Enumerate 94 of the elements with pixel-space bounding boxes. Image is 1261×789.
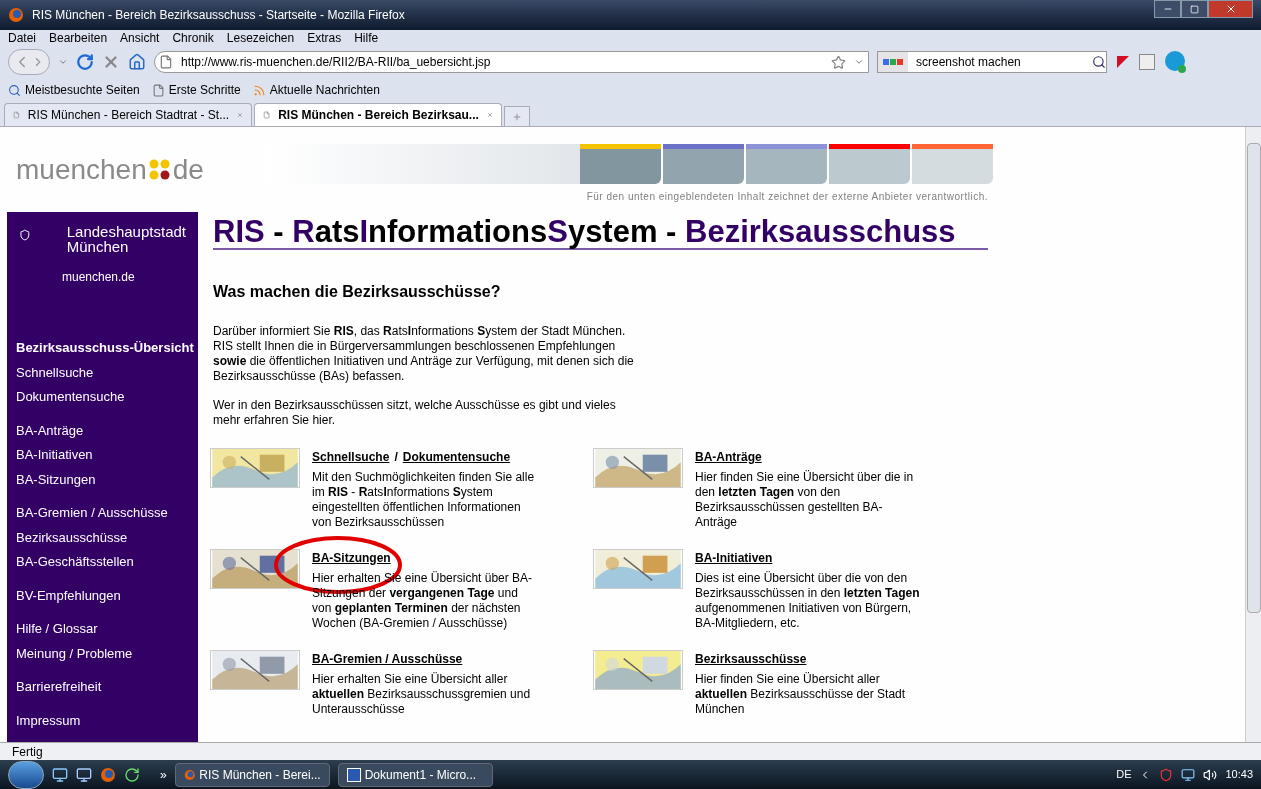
card-link[interactable]: BA-Initiativen (695, 549, 773, 567)
nav-link[interactable]: Meinung / Probleme (0, 643, 198, 663)
menu-item[interactable]: Hilfe (354, 29, 379, 47)
card-link[interactable]: BA-Anträge (695, 448, 762, 466)
start-button[interactable] (8, 760, 44, 789)
nav-link[interactable]: Schnellsuche (0, 362, 198, 382)
sync-icon[interactable] (124, 766, 140, 783)
network-icon[interactable] (1181, 767, 1196, 782)
page-icon (263, 108, 271, 122)
nav-link[interactable]: Dokumentensuche (0, 387, 198, 407)
disclaimer: Für den unten eingeblendeten Inhalt zeichnet der externe Anbieter verantwortlich. (586, 191, 988, 202)
nav-link[interactable]: Barrierefreiheit (0, 677, 198, 697)
more-button[interactable]: » (160, 765, 167, 784)
window-title: RIS München - Bereich Bezirksausschuss - Startseite - Mozilla Firefox (32, 7, 406, 24)
window-icon[interactable] (76, 766, 92, 783)
site-link[interactable]: muenchen.de (62, 268, 135, 286)
bookmark-item[interactable]: Meistbesuchte Seiten (8, 81, 140, 99)
restore-icon (1190, 4, 1199, 14)
nav-link[interactable]: BV-Empfehlungen (0, 585, 198, 605)
card-link[interactable]: Schnellsuche (312, 448, 390, 466)
nav-link[interactable]: Bezirksausschuss-Übersicht (0, 338, 198, 358)
menu-item[interactable]: Ansicht (120, 29, 160, 47)
card-description: Hier erhalten Sie eine Übersicht aller aktuellen Bezirksausschussgremien und Unterausschüsse (312, 672, 532, 717)
firefox-icon (183, 767, 196, 782)
minimize-button[interactable] (1154, 0, 1181, 18)
skype-icon[interactable] (1163, 50, 1187, 74)
volume-icon[interactable] (1203, 767, 1218, 782)
header-tab[interactable] (829, 144, 910, 184)
page-icon (151, 83, 165, 97)
search-field[interactable]: screenshot machen (877, 51, 1107, 73)
menu-item[interactable]: Lesezeichen (226, 29, 295, 47)
feed-icon (252, 83, 266, 97)
firefox-icon[interactable] (100, 766, 116, 783)
card-link[interactable]: BA-Sitzungen (312, 549, 391, 567)
search-engine-icon[interactable] (878, 52, 908, 72)
plus-icon (512, 111, 522, 122)
taskbar-button[interactable]: Dokument1 - Micro... (337, 762, 493, 787)
bookmark-star-icon[interactable] (831, 54, 846, 70)
status-text: Fertig (12, 743, 43, 761)
menu-item[interactable]: Chronik (172, 29, 214, 47)
header-tab[interactable] (580, 144, 661, 184)
address-field[interactable]: http://www.ris-muenchen.de/RII2/BA-RII/ba_uebersicht.jsp (154, 51, 869, 73)
scrollbar[interactable] (1245, 127, 1261, 742)
bookmark-item[interactable]: Erste Schritte (151, 81, 241, 99)
nav-link[interactable]: BA-Gremien / Ausschüsse (0, 503, 198, 523)
intro-paragraph: Darüber informiert Sie RIS, das RatsInformations System der Stadt München. RIS stellt Ihnen die in Bürgerversammlungen beschlossenen Empfehlungen sowie die öffentlichen Initiativen und Anträge zur Verfügung, mit denen sich die Bezirksausschüsse (BAs) befassen. (213, 324, 635, 384)
stop-icon[interactable] (102, 53, 120, 71)
language-indicator[interactable]: DE (1116, 766, 1132, 783)
card-description: Mit den Suchmöglichkeiten finden Sie alle im RIS - RatsInformations System eingestellten öffentlichen Informationen von Bezirksausschüssen (312, 470, 536, 530)
site-logo: muenchen de (15, 156, 205, 184)
card-description: Hier finden Sie eine Übersicht aller aktuellen Bezirksausschüsse der Stadt München (695, 672, 907, 717)
menu-item[interactable]: Bearbeiten (49, 29, 108, 47)
header-tab[interactable] (912, 144, 993, 184)
reload-icon[interactable] (76, 53, 94, 71)
back-forward-button[interactable] (8, 49, 50, 75)
close-button[interactable] (1208, 0, 1253, 18)
nav-link[interactable]: Bezirksausschüsse (0, 527, 198, 547)
firefox-icon (8, 7, 24, 23)
section-heading: Was machen die Bezirksausschüsse? (213, 282, 502, 302)
page-title: RIS - RatsInformationsSystem - Bezirksausschuss (213, 212, 988, 250)
magnifier-icon (8, 83, 21, 97)
dropdown-icon[interactable] (854, 57, 864, 67)
nav-link[interactable]: BA-Anträge (0, 420, 198, 440)
nav-link[interactable]: BA-Initiativen (0, 445, 198, 465)
dropdown-icon[interactable] (58, 57, 68, 67)
card-link[interactable]: Bezirksausschüsse (695, 650, 807, 668)
clock: 10:43 (1225, 767, 1253, 783)
nav-link[interactable]: BA-Sitzungen (0, 469, 198, 489)
document-icon (346, 767, 361, 782)
taskbar-button[interactable]: RIS München - Berei... (174, 762, 330, 787)
menu-item[interactable]: Extras (307, 29, 342, 47)
card-description: Hier finden Sie eine Übersicht über die in den letzten Tagen von den Bezirksausschüssen gestellten BA-Anträge (695, 470, 915, 530)
browser-tab[interactable]: RIS München - Bereich Stadtrat - St... (4, 103, 252, 126)
page-icon (159, 55, 173, 69)
nav-link[interactable]: Impressum (0, 710, 198, 730)
restore-button[interactable] (1181, 0, 1208, 18)
card-description: Dies ist eine Übersicht über die von den Bezirksausschüssen in den letzten Tagen aufgenommenen Initiativen von Bürgern, BA-Mitgliedern, etc. (695, 571, 921, 631)
nav-link[interactable]: BA-Geschäftsstellen (0, 552, 198, 572)
kaspersky-icon[interactable] (1115, 54, 1131, 70)
card-link[interactable]: Dokumentensuche (402, 448, 511, 466)
browser-tab[interactable]: RIS München - Bereich Bezirksau... (254, 103, 502, 126)
menu-item[interactable]: Datei (8, 29, 36, 47)
city-name: Landeshauptstadt München (65, 224, 186, 254)
intro-paragraph: Wer in den Bezirksausschüssen sitzt, welche Ausschüsse es gibt und vieles mehr erfahren Sie hier. (213, 398, 617, 428)
new-tab-button[interactable] (504, 106, 530, 126)
home-icon[interactable] (128, 53, 146, 71)
bookmark-item[interactable]: Aktuelle Nachrichten (252, 81, 380, 99)
card-link[interactable]: BA-Gremien / Ausschüsse (312, 650, 463, 668)
desktop-icon[interactable] (52, 766, 68, 783)
tray-shield-icon[interactable] (1159, 767, 1174, 782)
link-separator: / (394, 449, 398, 466)
search-icon[interactable] (1092, 55, 1106, 69)
header-tab[interactable] (663, 144, 744, 184)
nav-link[interactable]: Hilfe / Glossar (0, 619, 198, 639)
